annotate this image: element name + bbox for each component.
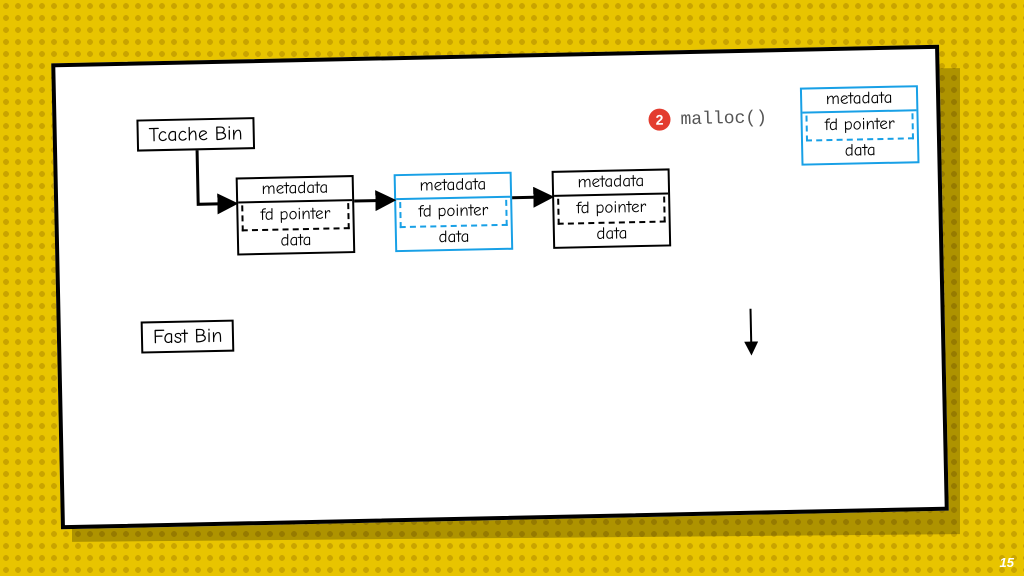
chunk-fd-pointer: fd pointer — [245, 204, 345, 228]
step-badge: 2 — [648, 108, 670, 130]
fast-bin-text: Fast Bin — [153, 324, 223, 348]
slide-panel: Tcache Bin Fast Bin metadata fd pointer … — [51, 45, 949, 529]
chunk-metadata: metadata — [554, 170, 668, 197]
page-number: 15 — [1000, 555, 1014, 570]
arrow-chunk2-to-chunk3 — [512, 197, 550, 198]
chunk-data: data — [397, 226, 511, 251]
fast-bin-label: Fast Bin — [141, 320, 235, 354]
tcache-chunk-2: metadata fd pointer data — [394, 172, 514, 253]
chunk-data: data — [555, 222, 669, 247]
tcache-chunk-1: metadata fd pointer data — [236, 175, 356, 256]
tcache-chunk-3: metadata fd pointer data — [552, 168, 672, 249]
chunk-fd-pointer: fd pointer — [561, 197, 661, 221]
arrow-chunk1-to-chunk2 — [354, 200, 392, 201]
chunk-data: data — [239, 229, 353, 254]
chunk-data: data — [803, 139, 917, 164]
chunk-fd-pointer: fd pointer — [809, 114, 909, 138]
chunk-metadata: metadata — [802, 87, 916, 114]
arrow-tcache-to-chunk1 — [197, 150, 234, 205]
allocated-chunk: metadata fd pointer data — [800, 85, 920, 166]
step-number: 2 — [655, 112, 663, 128]
tcache-bin-label: Tcache Bin — [136, 117, 255, 151]
chunk-fd-pointer: fd pointer — [403, 200, 503, 224]
chunk-metadata: metadata — [238, 177, 352, 204]
chunk-metadata: metadata — [396, 174, 510, 201]
tcache-bin-text: Tcache Bin — [148, 121, 242, 146]
arrow-down-icon — [751, 309, 752, 353]
malloc-call: malloc() — [680, 108, 767, 130]
